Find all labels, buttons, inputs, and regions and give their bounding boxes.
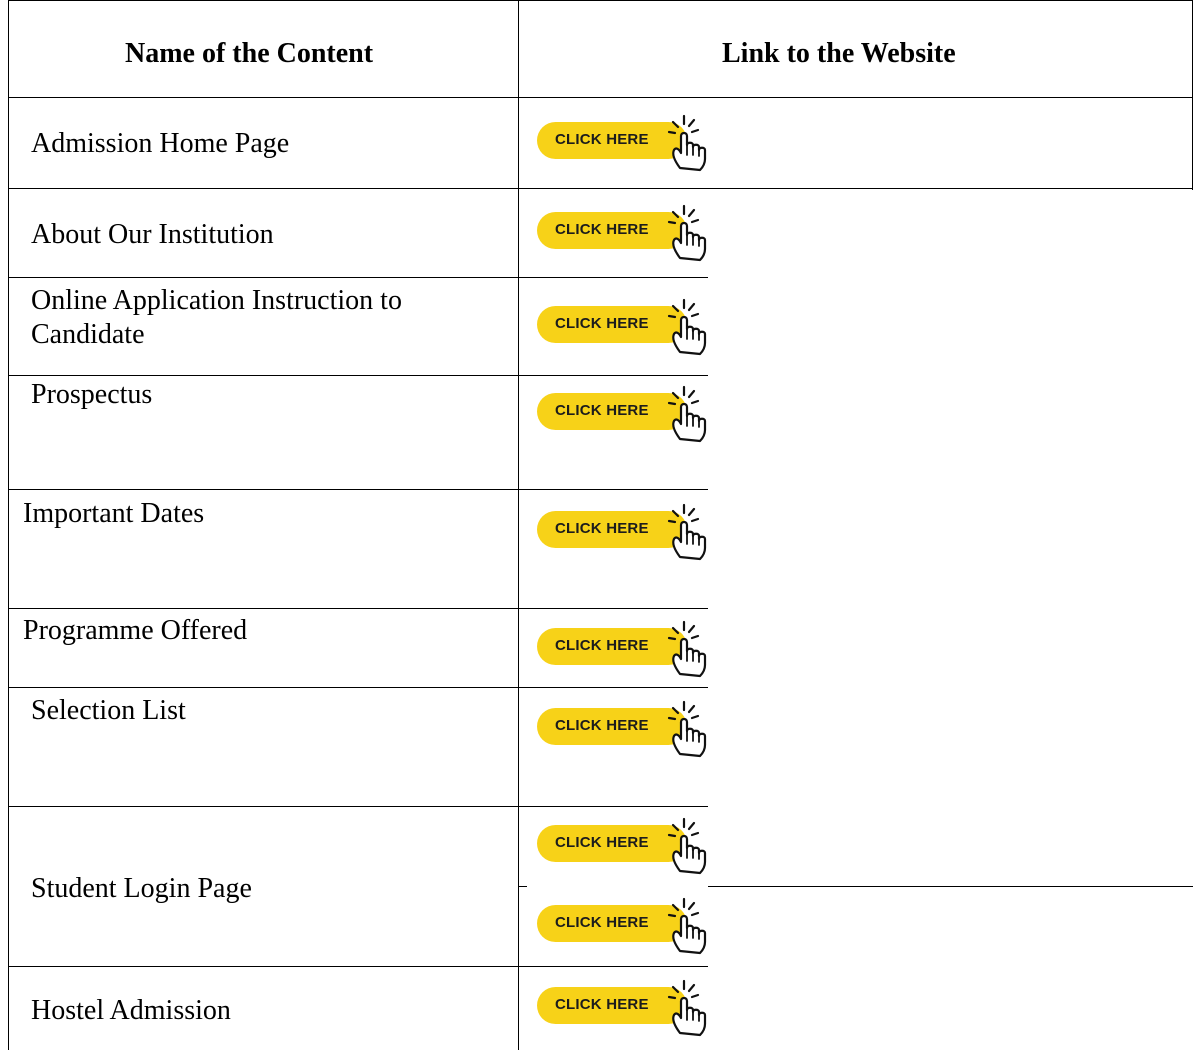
- row-label: Prospectus: [31, 379, 153, 410]
- button-label: CLICK HERE: [555, 315, 649, 332]
- selection-list-link-button[interactable]: CLICK HERE: [537, 698, 709, 758]
- button-label: CLICK HERE: [555, 637, 649, 654]
- button-label: CLICK HERE: [555, 131, 649, 148]
- button-label: CLICK HERE: [555, 520, 649, 537]
- prospectus-link-button[interactable]: CLICK HERE: [537, 383, 709, 443]
- important-dates-link-button[interactable]: CLICK HERE: [537, 501, 709, 561]
- application-instruction-link-button[interactable]: CLICK HERE: [537, 296, 709, 356]
- row-divider: [8, 375, 708, 376]
- hostel-admission-link-button[interactable]: CLICK HERE: [537, 977, 709, 1037]
- row-divider: [8, 966, 708, 967]
- row-divider: [8, 806, 708, 807]
- row-label: Admission Home Page: [31, 128, 290, 159]
- pointing-hand-click-icon: [667, 114, 707, 172]
- row-label: Programme Offered: [23, 615, 248, 646]
- row-label: About Our Institution: [31, 219, 274, 250]
- button-label: CLICK HERE: [555, 402, 649, 419]
- row-label: Candidate: [31, 319, 145, 350]
- pointing-hand-click-icon: [667, 700, 707, 758]
- pointing-hand-click-icon: [667, 204, 707, 262]
- pointing-hand-click-icon: [667, 620, 707, 678]
- pointing-hand-click-icon: [667, 897, 707, 955]
- row-divider: [8, 687, 708, 688]
- row-label: Online Application Instruction to: [31, 285, 402, 316]
- table-border-left: [8, 0, 9, 1050]
- pointing-hand-click-icon: [667, 385, 707, 443]
- row-divider: [8, 188, 1193, 189]
- programme-offered-link-button[interactable]: CLICK HERE: [537, 618, 709, 678]
- header-content-name: Name of the Content: [125, 38, 374, 69]
- row-divider: [8, 489, 708, 490]
- sub-row-divider: [518, 886, 527, 887]
- pointing-hand-click-icon: [667, 503, 707, 561]
- row-label: Selection List: [31, 695, 186, 726]
- row-label: Hostel Admission: [31, 995, 231, 1026]
- button-label: CLICK HERE: [555, 221, 649, 238]
- button-label: CLICK HERE: [555, 717, 649, 734]
- button-label: CLICK HERE: [555, 914, 649, 931]
- pointing-hand-click-icon: [667, 817, 707, 875]
- about-institution-link-button[interactable]: CLICK HERE: [537, 202, 709, 262]
- student-login-link-button-2[interactable]: CLICK HERE: [537, 895, 709, 955]
- pointing-hand-click-icon: [667, 298, 707, 356]
- pointing-hand-click-icon: [667, 979, 707, 1037]
- row-label: Important Dates: [23, 498, 205, 529]
- table-border-top: [8, 0, 1193, 1]
- row-divider: [8, 277, 708, 278]
- column-divider: [518, 0, 519, 1050]
- row-divider: [8, 97, 1193, 98]
- sub-row-divider: [708, 886, 1193, 887]
- admission-home-link-button[interactable]: CLICK HERE: [537, 112, 709, 172]
- button-label: CLICK HERE: [555, 834, 649, 851]
- row-divider: [8, 608, 708, 609]
- row-label: Student Login Page: [31, 873, 252, 904]
- student-login-link-button[interactable]: CLICK HERE: [537, 815, 709, 875]
- button-label: CLICK HERE: [555, 996, 649, 1013]
- header-website-link: Link to the Website: [722, 38, 956, 69]
